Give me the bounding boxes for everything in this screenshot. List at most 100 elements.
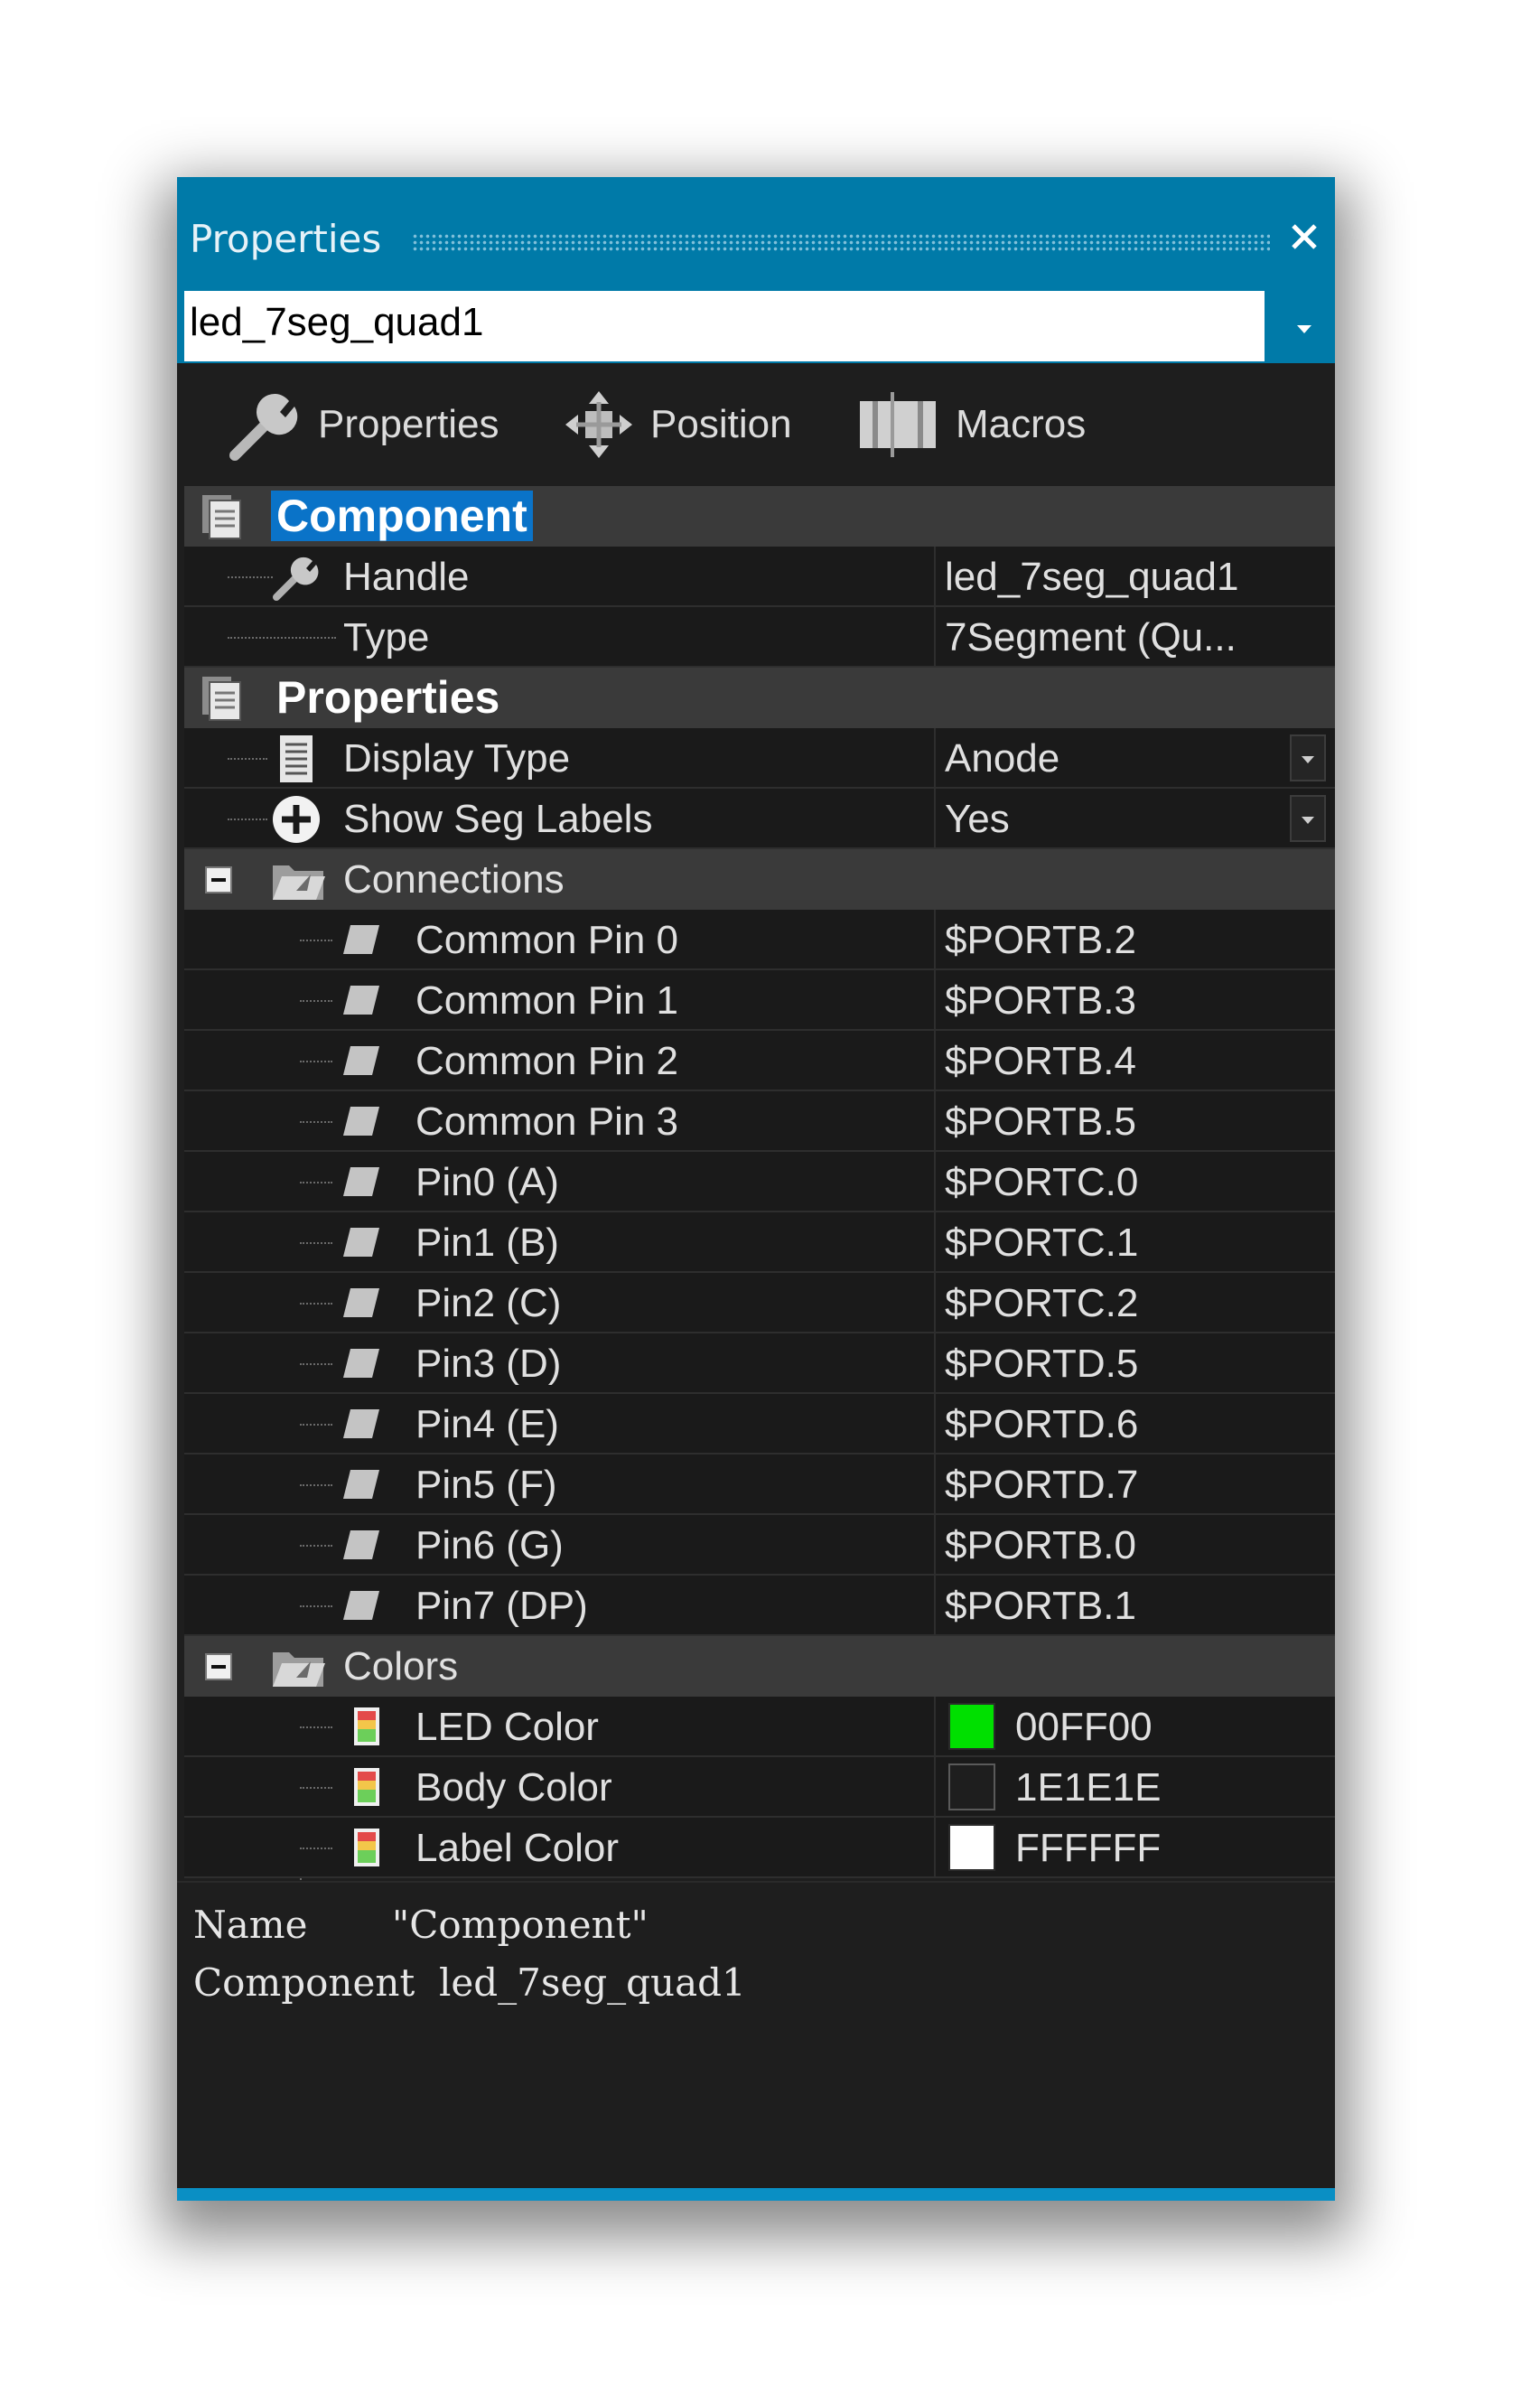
pin-icon [343, 1470, 379, 1499]
macros-tab-button[interactable]: Macros [856, 363, 1086, 486]
connection-row[interactable]: Common Pin 3 $PORTB.5 [184, 1091, 1335, 1152]
connection-value[interactable]: $PORTC.1 [945, 1212, 1138, 1273]
pin-icon [343, 1228, 379, 1257]
title-bar[interactable]: Properties [177, 177, 1335, 287]
folder-icon [273, 865, 325, 900]
list-icon [280, 735, 313, 782]
description-component-line: Component led_7seg_quad1 [193, 1960, 746, 2005]
wrench-icon [273, 557, 319, 601]
property-row-handle[interactable]: Handle led_7seg_quad1 [184, 547, 1335, 607]
column-separator [934, 1818, 936, 1878]
collapse-icon[interactable] [204, 1652, 233, 1681]
connection-value[interactable]: $PORTB.2 [945, 910, 1136, 970]
connection-value[interactable]: $PORTB.3 [945, 970, 1136, 1031]
color-value[interactable]: 1E1E1E [1015, 1757, 1161, 1818]
connection-value[interactable]: $PORTB.4 [945, 1031, 1136, 1091]
column-separator [934, 910, 936, 970]
connection-value[interactable]: $PORTD.6 [945, 1394, 1138, 1455]
color-value[interactable]: FFFFFF [1015, 1818, 1161, 1878]
tree-line [300, 1242, 332, 1244]
connection-value[interactable]: $PORTD.5 [945, 1333, 1138, 1394]
chevron-down-icon [1302, 817, 1314, 824]
close-icon[interactable] [1286, 219, 1322, 255]
pin-icon [343, 1409, 379, 1438]
handle-value[interactable]: led_7seg_quad1 [945, 547, 1238, 607]
column-separator [934, 1697, 936, 1757]
category-icon [202, 677, 241, 721]
position-tab-label: Position [650, 402, 792, 446]
color-value[interactable]: 00FF00 [1015, 1697, 1153, 1757]
color-swatch[interactable] [948, 1763, 995, 1810]
connection-value[interactable]: $PORTC.0 [945, 1152, 1138, 1212]
category-properties-label: Properties [276, 672, 500, 723]
pin-icon [343, 925, 379, 954]
connection-row[interactable]: Common Pin 2 $PORTB.4 [184, 1031, 1335, 1091]
connection-row[interactable]: Pin5 (F) $PORTD.7 [184, 1455, 1335, 1515]
color-swatch[interactable] [948, 1824, 995, 1871]
connection-value[interactable]: $PORTC.2 [945, 1273, 1138, 1333]
connection-row[interactable]: Pin6 (G) $PORTB.0 [184, 1515, 1335, 1576]
pin-icon [343, 1107, 379, 1136]
position-tab-button[interactable]: Position [564, 363, 792, 486]
tree-line [300, 1363, 332, 1365]
column-separator [934, 1394, 936, 1455]
connection-label: Pin7 (DP) [415, 1584, 588, 1628]
tree-line [228, 576, 273, 578]
connection-label: Pin1 (B) [415, 1221, 559, 1265]
tree-line [300, 1121, 332, 1123]
connection-row[interactable]: Common Pin 0 $PORTB.2 [184, 910, 1335, 970]
connection-value[interactable]: $PORTD.7 [945, 1455, 1138, 1515]
color-row[interactable]: LED Color 00FF00 [184, 1697, 1335, 1757]
properties-tab-button[interactable]: Properties [226, 363, 499, 486]
column-separator [934, 1031, 936, 1091]
collapse-icon[interactable] [204, 865, 233, 894]
connection-label: Common Pin 2 [415, 1039, 679, 1083]
color-row[interactable]: Label Color FFFFFF [184, 1818, 1335, 1878]
pin-icon [343, 1349, 379, 1378]
column-separator [934, 1091, 936, 1152]
connection-row[interactable]: Pin0 (A) $PORTC.0 [184, 1152, 1335, 1212]
show-seg-labels-dropdown[interactable] [1290, 795, 1326, 842]
category-icon [202, 495, 241, 539]
property-row-display-type[interactable]: Display Type Anode [184, 728, 1335, 789]
display-type-dropdown[interactable] [1290, 734, 1326, 781]
pin-icon [343, 1046, 379, 1075]
display-type-value[interactable]: Anode [945, 728, 1059, 789]
type-label: Type [343, 615, 430, 659]
column-separator [934, 728, 936, 789]
connection-row[interactable]: Pin7 (DP) $PORTB.1 [184, 1576, 1335, 1636]
property-row-type[interactable]: Type 7Segment (Qu... [184, 607, 1335, 668]
tree-line [300, 1061, 332, 1062]
column-separator [934, 1333, 936, 1394]
group-connections[interactable]: Connections [184, 849, 1335, 910]
connection-row[interactable]: Common Pin 1 $PORTB.3 [184, 970, 1335, 1031]
chevron-down-icon[interactable] [1284, 309, 1324, 349]
property-row-show-seg-labels[interactable]: Show Seg Labels Yes [184, 789, 1335, 849]
connection-label: Common Pin 1 [415, 978, 679, 1023]
color-swatch[interactable] [948, 1703, 995, 1750]
tree-line [300, 1545, 332, 1547]
color-label: Body Color [415, 1765, 612, 1810]
pin-icon [343, 1591, 379, 1620]
component-selector[interactable]: led_7seg_quad1 [184, 291, 1265, 361]
move-icon [565, 391, 632, 458]
connection-label: Common Pin 0 [415, 918, 679, 962]
column-separator [934, 547, 936, 607]
connection-value[interactable]: $PORTB.1 [945, 1576, 1136, 1636]
group-colors[interactable]: Colors [184, 1636, 1335, 1697]
connection-label: Pin2 (C) [415, 1281, 562, 1325]
connection-row[interactable]: Pin4 (E) $PORTD.6 [184, 1394, 1335, 1455]
connection-value[interactable]: $PORTB.5 [945, 1091, 1136, 1152]
category-component[interactable]: Component [184, 486, 1335, 547]
handle-label: Handle [343, 555, 470, 599]
connection-value[interactable]: $PORTB.0 [945, 1515, 1136, 1576]
column-separator [934, 1515, 936, 1576]
category-properties[interactable]: Properties [184, 668, 1335, 728]
connection-row[interactable]: Pin3 (D) $PORTD.5 [184, 1333, 1335, 1394]
connection-label: Pin3 (D) [415, 1342, 562, 1386]
connection-row[interactable]: Pin1 (B) $PORTC.1 [184, 1212, 1335, 1273]
show-seg-labels-value[interactable]: Yes [945, 789, 1010, 849]
column-separator [934, 1576, 936, 1636]
color-row[interactable]: Body Color 1E1E1E [184, 1757, 1335, 1818]
connection-row[interactable]: Pin2 (C) $PORTC.2 [184, 1273, 1335, 1333]
